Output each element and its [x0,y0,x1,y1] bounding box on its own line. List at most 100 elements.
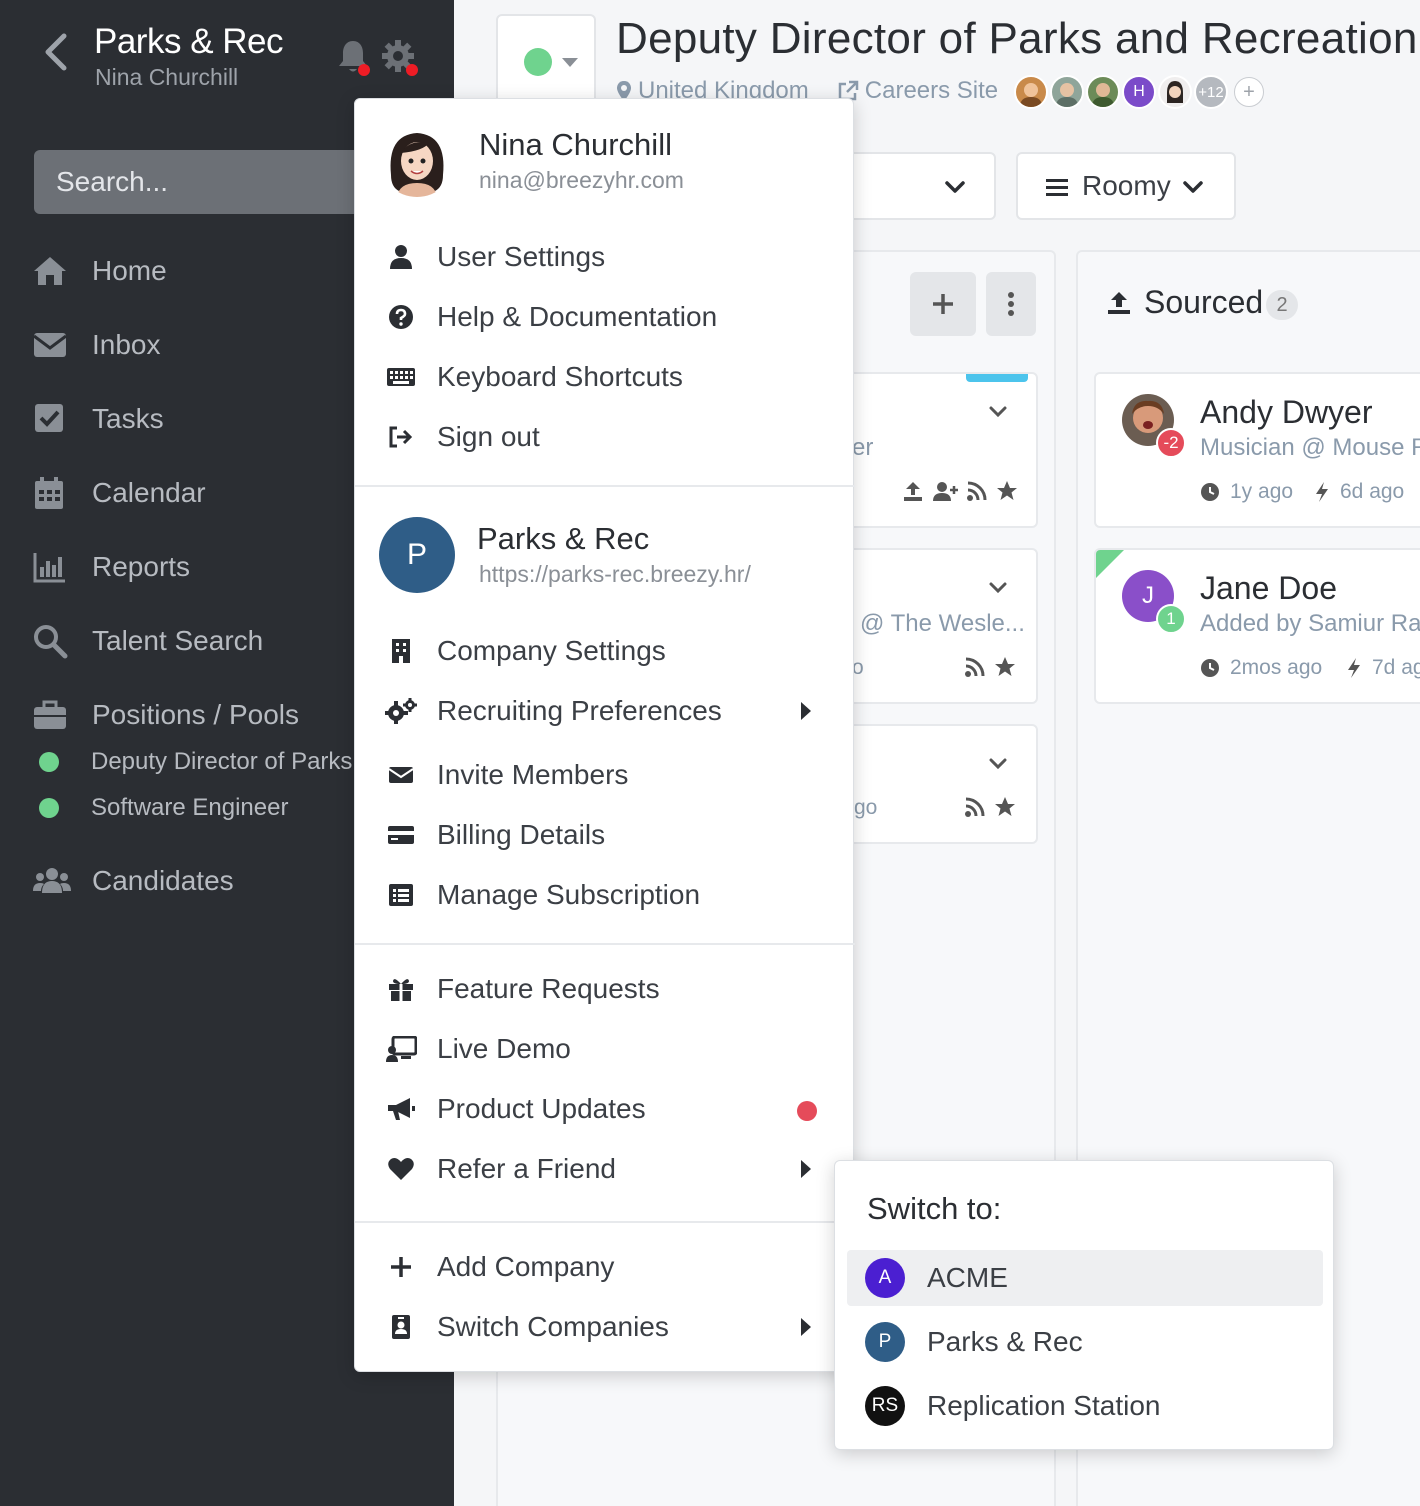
menu-user-email: nina@breezyhr.com [479,167,684,193]
status-dot [39,752,59,772]
list-alt-icon [385,879,417,911]
menu-invite-members[interactable]: Invite Members [355,752,855,798]
rss-icon [967,481,987,501]
menu-manage-subscription[interactable]: Manage Subscription [355,872,855,918]
chevron-down-icon [944,176,966,198]
menu-item-label: Company Settings [437,635,666,666]
new-updates-dot [797,1101,817,1121]
envelope-icon [32,327,68,363]
menu-company-settings[interactable]: Company Settings [355,628,855,674]
team-more-count[interactable]: +12 [1194,75,1228,109]
team-member-avatar[interactable]: H [1122,75,1156,109]
nav-inbox-label: Inbox [92,329,161,360]
chevron-down-icon [1182,176,1204,198]
bolt-icon [1348,658,1360,678]
bolt-icon [1316,482,1328,502]
menu-billing-details[interactable]: Billing Details [355,812,855,858]
menu-company-name: Parks & Rec [477,521,650,556]
card-icons [964,656,1016,678]
cogs-icon [385,695,417,727]
bell-icon[interactable] [336,38,370,76]
switch-company-item[interactable]: RS Replication Station [847,1378,1323,1434]
chevron-down-icon[interactable] [988,754,1008,774]
notification-dot [358,64,370,76]
menu-refer-a-friend[interactable]: Refer a Friend [355,1146,855,1192]
star-icon [997,481,1017,500]
menu-divider [355,943,855,945]
upload-icon [904,482,922,501]
status-dot [524,48,552,76]
heart-icon [385,1153,417,1185]
add-candidate-button[interactable] [910,272,976,336]
switch-company-item[interactable]: P Parks & Rec [847,1314,1323,1370]
time-text: 1y ago [1230,480,1294,503]
card-subtitle: er [852,434,874,461]
menu-keyboard-shortcuts[interactable]: Keyboard Shortcuts [355,354,855,400]
chevron-down-icon[interactable] [988,578,1008,598]
team-member-avatar[interactable] [1158,75,1192,109]
envelope-icon [385,759,417,791]
presentation-icon [385,1033,417,1065]
team-member-avatar[interactable] [1050,75,1084,109]
menu-sign-out[interactable]: Sign out [355,414,855,460]
company-avatar: A [865,1258,905,1298]
plus-icon [385,1251,417,1283]
team-member-avatar[interactable] [1086,75,1120,109]
switch-company-item[interactable]: A ACME [847,1250,1323,1306]
menu-recruiting-preferences[interactable]: Recruiting Preferences [355,688,855,734]
card-corner-tag [1096,550,1124,578]
sidebar-search-input[interactable]: Search... [34,150,374,214]
credit-card-icon [385,819,417,851]
gear-icon[interactable] [380,38,418,76]
menu-item-label: User Settings [437,241,606,272]
keyboard-icon [385,361,417,393]
briefcase-icon [32,697,68,733]
column-count: 2 [1266,290,1298,320]
gift-icon [385,973,417,1005]
menu-switch-companies[interactable]: Switch Companies [355,1304,855,1350]
candidate-badge: -2 [1156,428,1186,458]
submenu-arrow-icon [801,1318,811,1336]
checkbox-icon [32,401,68,437]
card-icons [964,796,1016,818]
back-chevron-icon[interactable] [40,30,72,74]
careers-site-link[interactable]: Careers Site [837,77,998,105]
column-options-button[interactable] [986,272,1036,336]
density-dropdown[interactable]: Roomy [1016,152,1236,220]
caret-down-icon [562,58,578,67]
candidate-card[interactable]: J 1 Jane Doe Added by Samiur Rahman 2mos… [1094,548,1420,704]
megaphone-icon [385,1093,417,1125]
menu-user-settings[interactable]: User Settings [355,234,855,280]
menu-feature-requests[interactable]: Feature Requests [355,966,855,1012]
menu-item-label: Help & Documentation [437,301,718,332]
candidate-card[interactable]: -2 Andy Dwyer Musician @ Mouse Rat 1y ag… [1094,372,1420,528]
plus-icon [933,294,953,314]
menu-item-label: Invite Members [437,759,629,790]
menu-help-documentation[interactable]: Help & Documentation [355,294,855,340]
nav-reports-label: Reports [92,551,191,582]
menu-live-demo[interactable]: Live Demo [355,1026,855,1072]
clock-icon [1201,659,1219,677]
bar-chart-icon [32,549,68,585]
chevron-down-icon[interactable] [988,402,1008,422]
candidate-badge: 1 [1156,604,1186,634]
star-icon [995,657,1015,676]
card-tag [966,374,1028,382]
menu-item-label: Recruiting Preferences [437,695,722,726]
menu-add-company[interactable]: Add Company [355,1244,855,1290]
menu-item-label: Manage Subscription [437,879,701,910]
menu-product-updates[interactable]: Product Updates [355,1086,855,1132]
sidebar-company-name[interactable]: Parks & Rec [94,22,284,62]
candidate-subtitle: Musician @ Mouse Rat [1200,434,1420,461]
column-title: Sourced [1144,284,1264,320]
add-team-member-button[interactable]: + [1234,77,1264,107]
settings-alert-dot [406,64,418,76]
company-name: Replication Station [927,1390,1161,1421]
nav-candidates-label: Candidates [92,865,234,896]
position-label: Software Engineer [91,794,289,821]
building-icon [385,635,417,667]
sidebar-user-name: Nina Churchill [95,64,239,90]
team-member-avatar[interactable] [1014,75,1048,109]
user-avatar [379,121,455,197]
submenu-arrow-icon [801,1160,811,1178]
